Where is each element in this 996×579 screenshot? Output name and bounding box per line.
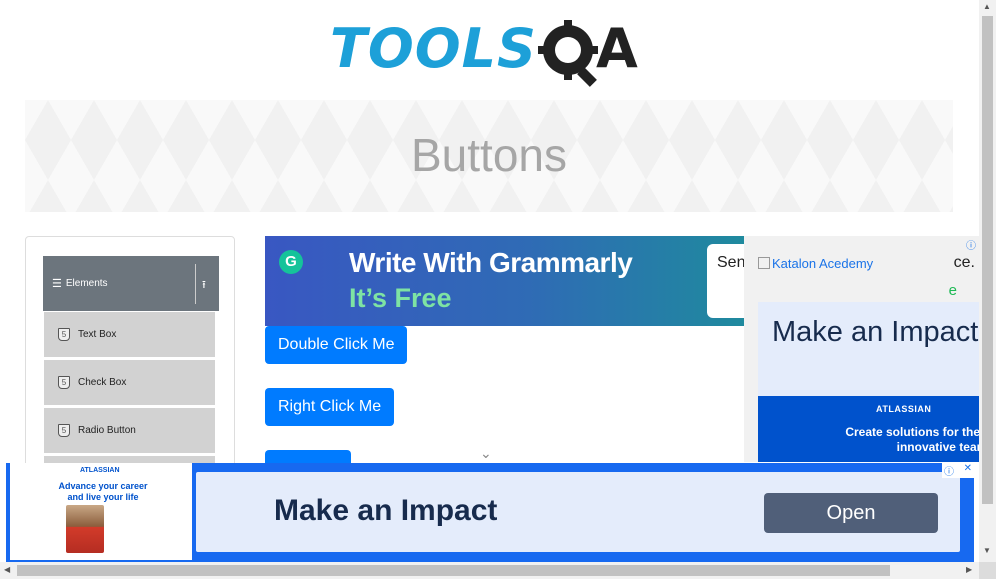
impact-card[interactable]: Make an Impact ATLASSIAN Create solution… xyxy=(758,302,979,462)
sidebar-item-label: Check Box xyxy=(78,377,127,388)
html5-icon: 5 xyxy=(58,376,70,389)
double-click-button[interactable]: Double Click Me xyxy=(265,326,408,364)
impact-title: Make an Impact xyxy=(772,316,979,348)
atlassian-logo: ATLASSIAN xyxy=(876,404,932,414)
ad-thumbnail: ATLASSIAN Advance your career and live y… xyxy=(10,463,192,560)
ad-headline: Write With Grammarly xyxy=(349,247,633,278)
left-panel: ☰ Elements ⭱ 5 Text Box 5 Check Box 5 Ra… xyxy=(25,236,235,477)
ad-card: Sen xyxy=(707,244,745,318)
page: TOOLS A Buttons ☰ Elements ⭱ 5 Text Box … xyxy=(0,0,996,579)
arrow-up-icon[interactable]: ⭱ xyxy=(202,276,206,295)
vertical-scrollbar[interactable]: ▲ ▼ xyxy=(979,0,996,562)
horizontal-scrollbar[interactable]: ◀ ▶ xyxy=(0,562,979,579)
toolsqa-logo[interactable]: TOOLS A xyxy=(330,16,654,90)
ad-content: Make an Impact Open xyxy=(196,472,960,552)
sidebar-item-radio-button[interactable]: 5 Radio Button xyxy=(43,408,215,453)
vertical-scroll-thumb[interactable] xyxy=(982,16,993,504)
html5-icon: 5 xyxy=(58,424,70,437)
ad-info-icon[interactable]: ⓘ xyxy=(944,463,954,478)
grammarly-ad[interactable]: G Write With Grammarly It’s Free Sen xyxy=(265,236,745,326)
gear-magnifier-icon xyxy=(538,20,598,87)
scroll-right-icon[interactable]: ▶ xyxy=(966,565,972,574)
ad-info-icon[interactable]: ⓘ xyxy=(964,237,978,252)
atlassian-tagline: Create solutions for the m innovative te… xyxy=(845,425,979,454)
scroll-down-icon[interactable]: ▼ xyxy=(983,546,991,555)
broken-image-alt: Katalon Acedemy xyxy=(772,256,874,271)
sidebar-item-check-box[interactable]: 5 Check Box xyxy=(43,360,215,405)
thumb-atlassian-logo: ATLASSIAN xyxy=(80,467,120,474)
atlassian-banner: ATLASSIAN Create solutions for the m inn… xyxy=(758,396,979,462)
scroll-left-icon[interactable]: ◀ xyxy=(4,565,10,574)
thumb-headline: Advance your career and live your life xyxy=(58,481,148,502)
logo-text-tools: TOOLS xyxy=(330,17,537,80)
page-banner: Buttons xyxy=(25,100,953,212)
ad-headline: Make an Impact xyxy=(274,494,498,527)
open-button[interactable]: Open xyxy=(764,493,938,533)
person-photo xyxy=(66,505,104,553)
ad-partial-letter: e xyxy=(948,282,957,299)
right-click-button[interactable]: Right Click Me xyxy=(265,388,395,426)
right-ad[interactable]: Katalon Acedemy ce. e ⓘ Make an Impact A… xyxy=(744,236,979,462)
header-divider xyxy=(195,264,196,304)
broken-image[interactable]: Katalon Acedemy xyxy=(758,256,873,271)
logo-text-a: A xyxy=(596,17,639,80)
sidebar-item-text-box[interactable]: 5 Text Box xyxy=(43,312,215,357)
html5-icon: 5 xyxy=(58,328,70,341)
close-icon[interactable]: ✕ xyxy=(964,463,972,478)
grammarly-logo-icon: G xyxy=(279,250,303,274)
ad-controls: ⓘ ✕ xyxy=(942,463,974,478)
horizontal-scroll-thumb[interactable] xyxy=(17,565,890,576)
group-header-label: Elements xyxy=(65,278,108,289)
scrollbar-corner xyxy=(979,562,996,579)
page-title: Buttons xyxy=(411,129,567,181)
ad-subheadline: It’s Free xyxy=(349,283,452,313)
sidebar-item-label: Radio Button xyxy=(78,425,136,436)
group-header-elements[interactable]: ☰ Elements ⭱ xyxy=(43,256,219,311)
chevron-down-icon[interactable]: ⌄ xyxy=(480,445,496,461)
broken-image-icon xyxy=(758,257,770,269)
bottom-ad[interactable]: ATLASSIAN Advance your career and live y… xyxy=(6,463,974,562)
ad-partial-text: ce. xyxy=(953,254,975,271)
scroll-up-icon[interactable]: ▲ xyxy=(983,2,991,11)
sidebar-item-label: Text Box xyxy=(78,329,117,340)
hamburger-icon: ☰ xyxy=(52,278,62,290)
